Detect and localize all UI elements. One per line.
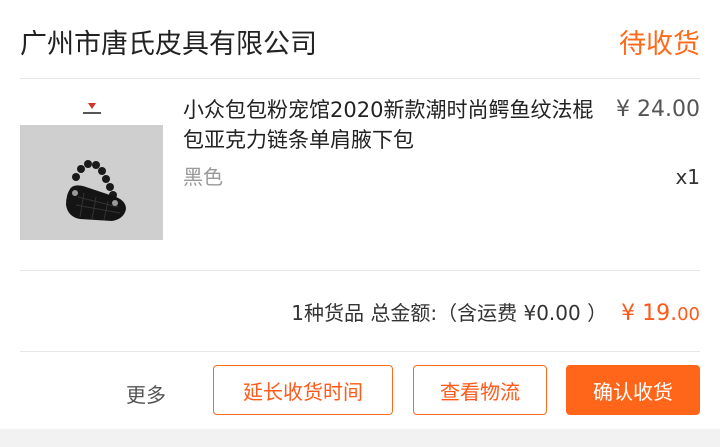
order-status: 待收货 bbox=[619, 29, 700, 60]
order-total: ¥ 19.00 bbox=[621, 301, 700, 326]
more-button[interactable]: 更多 bbox=[126, 379, 166, 408]
product-variant: 黑色 bbox=[183, 165, 223, 189]
order-card: 广州市唐氏皮具有限公司 待收货 小众包包粉宠馆2020新款潮时尚鳄鱼纹法棍包亚克… bbox=[0, 0, 720, 429]
total-integer: 19. bbox=[642, 301, 678, 326]
product-image[interactable] bbox=[20, 97, 163, 240]
product-title[interactable]: 小众包包粉宠馆2020新款潮时尚鳄鱼纹法棍包亚克力链条单肩腋下包 bbox=[183, 95, 608, 155]
summary-line: 1种货品 总金额:（含运费 ¥0.00 ） ¥ 19.00 bbox=[291, 297, 700, 326]
order-summary: 1种货品 总金额:（含运费 ¥0.00 ） ¥ 19.00 bbox=[20, 271, 700, 352]
view-logistics-button[interactable]: 查看物流 bbox=[413, 365, 547, 415]
product-price: ¥ 24.00 bbox=[616, 97, 700, 122]
order-actions: 更多 延长收货时间 查看物流 确认收货 bbox=[0, 352, 720, 429]
order-item[interactable]: 小众包包粉宠馆2020新款潮时尚鳄鱼纹法棍包亚克力链条单肩腋下包 黑色 ¥ 24… bbox=[20, 79, 700, 271]
order-header: 广州市唐氏皮具有限公司 待收货 bbox=[20, 0, 700, 79]
extend-receipt-button[interactable]: 延长收货时间 bbox=[213, 365, 393, 415]
total-currency: ¥ bbox=[621, 301, 636, 326]
summary-text: 1种货品 总金额:（含运费 ¥0.00 ） bbox=[291, 301, 608, 325]
total-decimal: 00 bbox=[677, 304, 700, 325]
confirm-receipt-button[interactable]: 确认收货 bbox=[566, 365, 700, 415]
shop-name[interactable]: 广州市唐氏皮具有限公司 bbox=[20, 22, 317, 61]
product-quantity: x1 bbox=[675, 165, 700, 189]
